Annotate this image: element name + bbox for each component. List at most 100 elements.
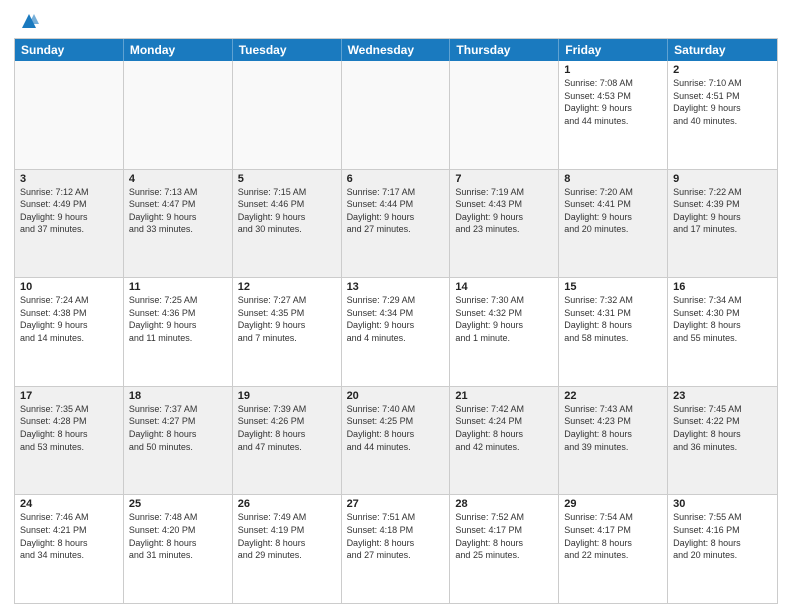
day-number: 11 xyxy=(129,281,227,293)
day-number: 29 xyxy=(564,498,662,510)
calendar-header-cell: Monday xyxy=(124,39,233,61)
calendar-cell: 19Sunrise: 7:39 AM Sunset: 4:26 PM Dayli… xyxy=(233,387,342,495)
day-info: Sunrise: 7:27 AM Sunset: 4:35 PM Dayligh… xyxy=(238,294,336,344)
day-number: 6 xyxy=(347,173,445,185)
day-number: 3 xyxy=(20,173,118,185)
day-number: 28 xyxy=(455,498,553,510)
calendar-cell: 4Sunrise: 7:13 AM Sunset: 4:47 PM Daylig… xyxy=(124,170,233,278)
day-info: Sunrise: 7:46 AM Sunset: 4:21 PM Dayligh… xyxy=(20,511,118,561)
day-info: Sunrise: 7:55 AM Sunset: 4:16 PM Dayligh… xyxy=(673,511,772,561)
day-number: 13 xyxy=(347,281,445,293)
calendar-cell: 27Sunrise: 7:51 AM Sunset: 4:18 PM Dayli… xyxy=(342,495,451,603)
day-number: 14 xyxy=(455,281,553,293)
day-number: 5 xyxy=(238,173,336,185)
day-info: Sunrise: 7:51 AM Sunset: 4:18 PM Dayligh… xyxy=(347,511,445,561)
day-number: 30 xyxy=(673,498,772,510)
calendar-cell: 24Sunrise: 7:46 AM Sunset: 4:21 PM Dayli… xyxy=(15,495,124,603)
day-number: 22 xyxy=(564,390,662,402)
calendar-row: 17Sunrise: 7:35 AM Sunset: 4:28 PM Dayli… xyxy=(15,387,777,496)
day-info: Sunrise: 7:12 AM Sunset: 4:49 PM Dayligh… xyxy=(20,186,118,236)
calendar-cell xyxy=(342,61,451,169)
day-info: Sunrise: 7:37 AM Sunset: 4:27 PM Dayligh… xyxy=(129,403,227,453)
calendar-cell: 3Sunrise: 7:12 AM Sunset: 4:49 PM Daylig… xyxy=(15,170,124,278)
calendar-cell: 20Sunrise: 7:40 AM Sunset: 4:25 PM Dayli… xyxy=(342,387,451,495)
logo xyxy=(14,10,40,32)
calendar-cell: 12Sunrise: 7:27 AM Sunset: 4:35 PM Dayli… xyxy=(233,278,342,386)
day-info: Sunrise: 7:52 AM Sunset: 4:17 PM Dayligh… xyxy=(455,511,553,561)
day-info: Sunrise: 7:48 AM Sunset: 4:20 PM Dayligh… xyxy=(129,511,227,561)
day-info: Sunrise: 7:20 AM Sunset: 4:41 PM Dayligh… xyxy=(564,186,662,236)
page: SundayMondayTuesdayWednesdayThursdayFrid… xyxy=(0,0,792,612)
calendar-cell: 15Sunrise: 7:32 AM Sunset: 4:31 PM Dayli… xyxy=(559,278,668,386)
day-number: 25 xyxy=(129,498,227,510)
calendar-row: 3Sunrise: 7:12 AM Sunset: 4:49 PM Daylig… xyxy=(15,170,777,279)
day-number: 24 xyxy=(20,498,118,510)
day-number: 17 xyxy=(20,390,118,402)
calendar-cell xyxy=(124,61,233,169)
day-info: Sunrise: 7:42 AM Sunset: 4:24 PM Dayligh… xyxy=(455,403,553,453)
calendar-cell: 5Sunrise: 7:15 AM Sunset: 4:46 PM Daylig… xyxy=(233,170,342,278)
calendar-header-cell: Wednesday xyxy=(342,39,451,61)
day-number: 10 xyxy=(20,281,118,293)
day-number: 2 xyxy=(673,64,772,76)
calendar-body: 1Sunrise: 7:08 AM Sunset: 4:53 PM Daylig… xyxy=(15,61,777,603)
calendar-cell xyxy=(233,61,342,169)
calendar-cell xyxy=(450,61,559,169)
day-number: 19 xyxy=(238,390,336,402)
calendar-cell: 8Sunrise: 7:20 AM Sunset: 4:41 PM Daylig… xyxy=(559,170,668,278)
calendar-header-cell: Sunday xyxy=(15,39,124,61)
day-number: 26 xyxy=(238,498,336,510)
calendar-header-cell: Tuesday xyxy=(233,39,342,61)
calendar-cell: 21Sunrise: 7:42 AM Sunset: 4:24 PM Dayli… xyxy=(450,387,559,495)
day-info: Sunrise: 7:13 AM Sunset: 4:47 PM Dayligh… xyxy=(129,186,227,236)
calendar-row: 24Sunrise: 7:46 AM Sunset: 4:21 PM Dayli… xyxy=(15,495,777,603)
day-number: 21 xyxy=(455,390,553,402)
day-info: Sunrise: 7:43 AM Sunset: 4:23 PM Dayligh… xyxy=(564,403,662,453)
calendar-cell: 28Sunrise: 7:52 AM Sunset: 4:17 PM Dayli… xyxy=(450,495,559,603)
calendar-cell: 23Sunrise: 7:45 AM Sunset: 4:22 PM Dayli… xyxy=(668,387,777,495)
logo-icon xyxy=(18,10,40,32)
day-info: Sunrise: 7:25 AM Sunset: 4:36 PM Dayligh… xyxy=(129,294,227,344)
day-number: 27 xyxy=(347,498,445,510)
day-number: 18 xyxy=(129,390,227,402)
calendar-cell xyxy=(15,61,124,169)
day-number: 23 xyxy=(673,390,772,402)
calendar-cell: 14Sunrise: 7:30 AM Sunset: 4:32 PM Dayli… xyxy=(450,278,559,386)
calendar-cell: 13Sunrise: 7:29 AM Sunset: 4:34 PM Dayli… xyxy=(342,278,451,386)
calendar-cell: 9Sunrise: 7:22 AM Sunset: 4:39 PM Daylig… xyxy=(668,170,777,278)
calendar-cell: 30Sunrise: 7:55 AM Sunset: 4:16 PM Dayli… xyxy=(668,495,777,603)
day-info: Sunrise: 7:19 AM Sunset: 4:43 PM Dayligh… xyxy=(455,186,553,236)
calendar-cell: 10Sunrise: 7:24 AM Sunset: 4:38 PM Dayli… xyxy=(15,278,124,386)
calendar: SundayMondayTuesdayWednesdayThursdayFrid… xyxy=(14,38,778,604)
day-info: Sunrise: 7:08 AM Sunset: 4:53 PM Dayligh… xyxy=(564,77,662,127)
day-info: Sunrise: 7:15 AM Sunset: 4:46 PM Dayligh… xyxy=(238,186,336,236)
calendar-row: 1Sunrise: 7:08 AM Sunset: 4:53 PM Daylig… xyxy=(15,61,777,170)
day-number: 8 xyxy=(564,173,662,185)
calendar-cell: 25Sunrise: 7:48 AM Sunset: 4:20 PM Dayli… xyxy=(124,495,233,603)
calendar-header-cell: Friday xyxy=(559,39,668,61)
day-info: Sunrise: 7:10 AM Sunset: 4:51 PM Dayligh… xyxy=(673,77,772,127)
day-info: Sunrise: 7:40 AM Sunset: 4:25 PM Dayligh… xyxy=(347,403,445,453)
day-number: 1 xyxy=(564,64,662,76)
calendar-cell: 26Sunrise: 7:49 AM Sunset: 4:19 PM Dayli… xyxy=(233,495,342,603)
calendar-header-cell: Thursday xyxy=(450,39,559,61)
calendar-header: SundayMondayTuesdayWednesdayThursdayFrid… xyxy=(15,39,777,61)
calendar-header-cell: Saturday xyxy=(668,39,777,61)
day-number: 7 xyxy=(455,173,553,185)
day-number: 9 xyxy=(673,173,772,185)
calendar-row: 10Sunrise: 7:24 AM Sunset: 4:38 PM Dayli… xyxy=(15,278,777,387)
day-info: Sunrise: 7:24 AM Sunset: 4:38 PM Dayligh… xyxy=(20,294,118,344)
day-info: Sunrise: 7:29 AM Sunset: 4:34 PM Dayligh… xyxy=(347,294,445,344)
calendar-cell: 29Sunrise: 7:54 AM Sunset: 4:17 PM Dayli… xyxy=(559,495,668,603)
calendar-cell: 16Sunrise: 7:34 AM Sunset: 4:30 PM Dayli… xyxy=(668,278,777,386)
day-number: 16 xyxy=(673,281,772,293)
day-number: 15 xyxy=(564,281,662,293)
header xyxy=(14,10,778,32)
day-info: Sunrise: 7:49 AM Sunset: 4:19 PM Dayligh… xyxy=(238,511,336,561)
calendar-cell: 2Sunrise: 7:10 AM Sunset: 4:51 PM Daylig… xyxy=(668,61,777,169)
calendar-cell: 22Sunrise: 7:43 AM Sunset: 4:23 PM Dayli… xyxy=(559,387,668,495)
day-number: 20 xyxy=(347,390,445,402)
day-info: Sunrise: 7:32 AM Sunset: 4:31 PM Dayligh… xyxy=(564,294,662,344)
day-info: Sunrise: 7:17 AM Sunset: 4:44 PM Dayligh… xyxy=(347,186,445,236)
day-number: 12 xyxy=(238,281,336,293)
